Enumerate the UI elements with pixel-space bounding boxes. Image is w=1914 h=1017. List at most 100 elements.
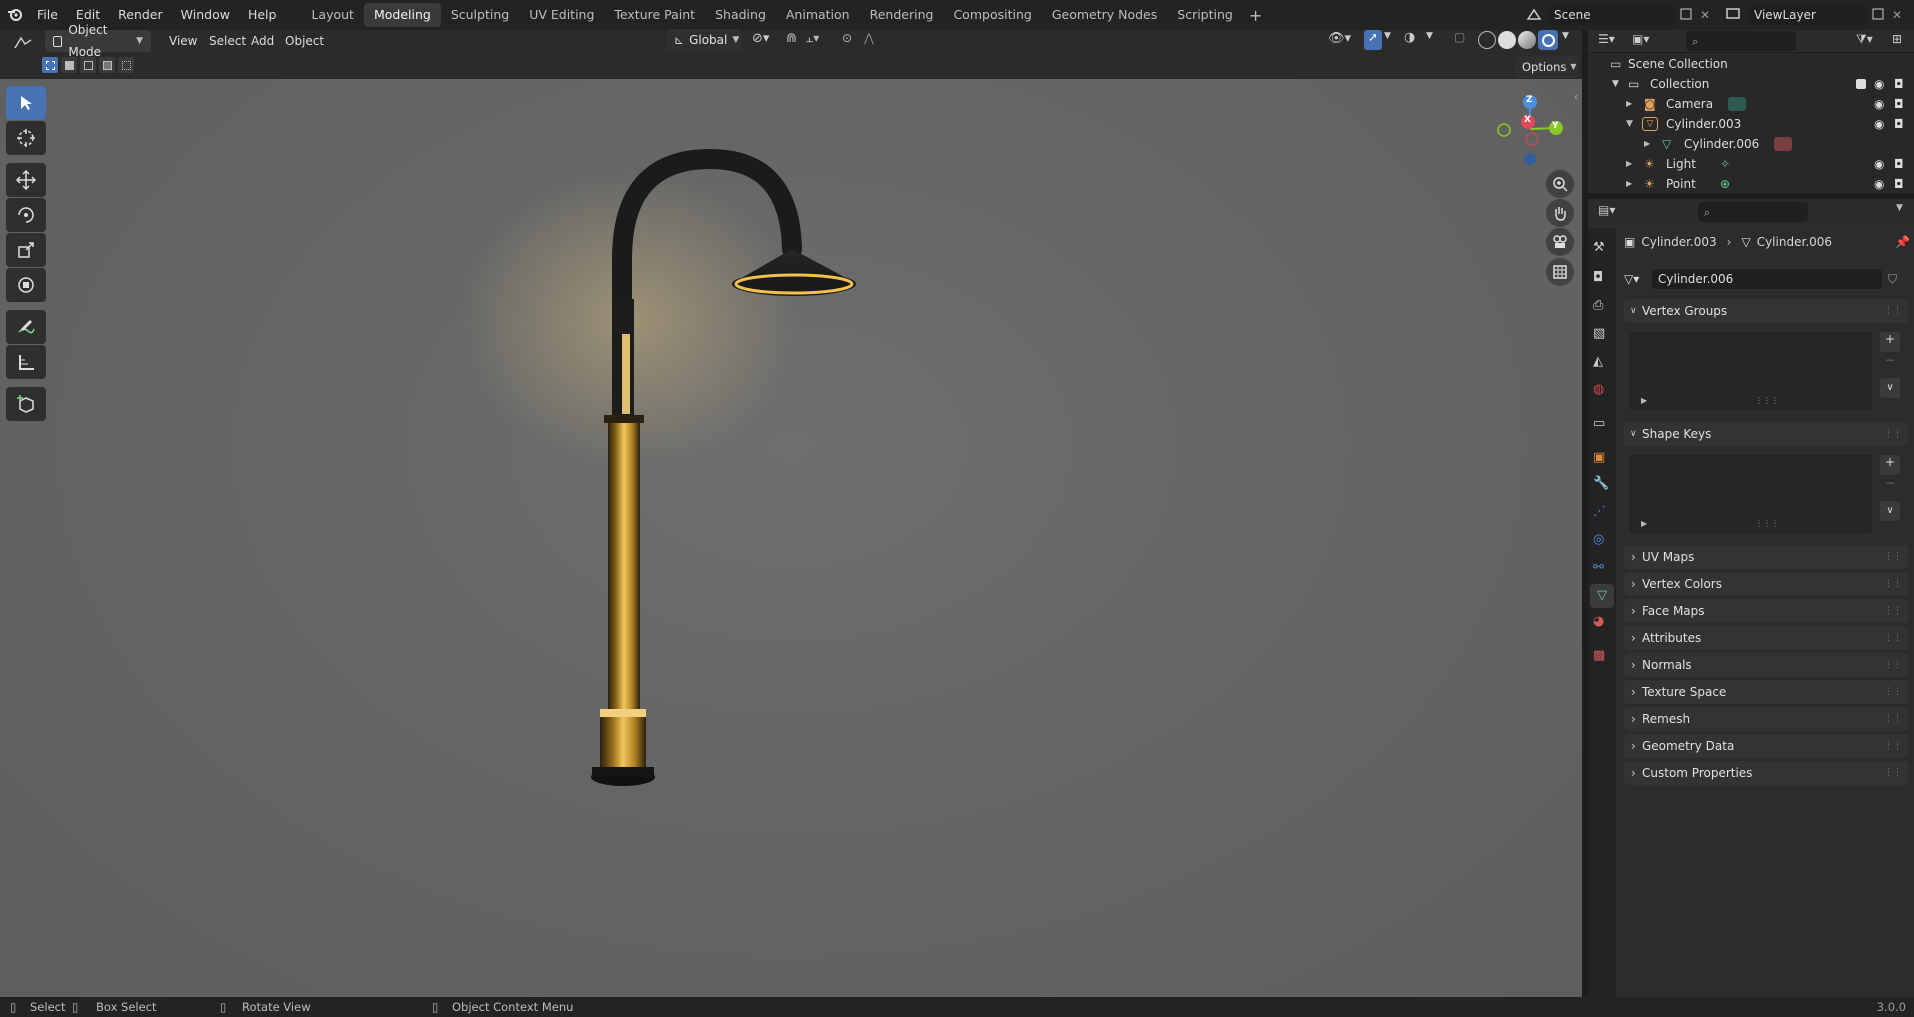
expand-arrow-icon[interactable]: ▼ [1612,74,1619,94]
vertex-groups-list[interactable]: ▶ ⋮⋮⋮ [1630,332,1872,410]
add-shape-key-button[interactable]: + [1880,455,1900,475]
move-tool[interactable] [6,163,46,197]
tab-geometry-nodes[interactable]: Geometry Nodes [1042,3,1167,27]
drag-handle-icon[interactable]: ⋮⋮ [1884,599,1902,623]
eye-icon[interactable]: ◉ [1874,114,1884,134]
scene-collection-row[interactable]: ▭ Scene Collection [1588,54,1914,74]
properties-search-input[interactable]: ⌕ [1698,202,1808,222]
render-camera-icon[interactable]: ◘ [1894,74,1904,94]
solid-shading-icon[interactable] [1498,31,1516,49]
gizmo-menu-icon[interactable]: ▼ [1384,31,1391,41]
xray-toggle-icon[interactable]: ▢ [1454,30,1472,50]
menu-help[interactable]: Help [239,0,286,30]
camera-view-button[interactable] [1546,228,1574,256]
outliner-item-point[interactable]: ▶ ☀ Point ⊕ ◉ ◘ [1588,174,1914,194]
remesh-panel-header[interactable]: › Remesh ⋮⋮ [1624,707,1908,731]
eye-icon[interactable]: ◉ [1874,74,1884,94]
shape-keys-panel-header[interactable]: ∨ Shape Keys ⋮⋮ [1624,422,1908,446]
tab-layout[interactable]: Layout [301,3,364,27]
outliner-item-light[interactable]: ▶ ☀ Light ✧ ◉ ◘ [1588,154,1914,174]
uv-maps-panel-header[interactable]: › UV Maps ⋮⋮ [1624,545,1908,569]
shape-key-specials-button[interactable]: ∨ [1880,501,1900,521]
collection-tab-icon[interactable]: ▭ [1593,416,1605,431]
measure-tool[interactable] [6,345,46,379]
normals-panel-header[interactable]: › Normals ⋮⋮ [1624,653,1908,677]
vertex-group-specials-button[interactable]: ∨ [1880,378,1900,398]
sidebar-toggle-icon[interactable]: ‹ [1574,92,1578,103]
view-layer-selector[interactable]: ViewLayer ✕ [1720,4,1910,26]
list-filter-toggle-icon[interactable]: ▶ [1641,519,1647,528]
eye-icon[interactable]: ◉ [1874,154,1884,174]
add-menu[interactable]: Add [244,30,281,52]
drag-handle-icon[interactable]: ⋮⋮ [1884,545,1902,569]
gizmo-toggle-icon[interactable]: ➚ [1364,30,1382,50]
list-resize-icon[interactable]: ⋮⋮⋮ [1755,396,1779,405]
render-camera-icon[interactable]: ◘ [1894,114,1904,134]
render-camera-icon[interactable]: ◘ [1894,154,1904,174]
new-scene-icon[interactable] [1676,8,1696,23]
tab-compositing[interactable]: Compositing [943,3,1041,27]
outliner-editor-icon[interactable]: ☰▾ [1598,32,1615,46]
geometry-data-panel-header[interactable]: › Geometry Data ⋮⋮ [1624,734,1908,758]
menu-file[interactable]: File [28,0,67,30]
transform-tool[interactable] [6,268,46,302]
particles-tab-icon[interactable]: ⋰ [1593,504,1606,519]
pivot-point-icon[interactable]: ⊘▾ [752,31,780,51]
texture-tab-icon[interactable]: ▩ [1593,648,1605,663]
street-lamp-model[interactable] [0,79,1582,997]
shading-menu-icon[interactable]: ▼ [1562,31,1569,41]
select-subtract-icon[interactable] [80,57,96,73]
properties-options-icon[interactable]: ▼ [1896,203,1903,213]
drag-handle-icon[interactable]: ⋮⋮ [1884,299,1902,323]
falloff-icon[interactable]: ⋀ [864,31,886,51]
output-tab-icon[interactable]: ⎙ [1593,298,1603,313]
eye-icon[interactable]: ◉ [1874,94,1884,114]
cursor-tool[interactable] [6,121,46,155]
overlay-menu-icon[interactable]: ▼ [1426,31,1433,41]
render-camera-icon[interactable]: ◘ [1894,94,1904,114]
outliner-item-cylinder-003[interactable]: ▼ ▽ Cylinder.003 ◉ ◘ [1588,114,1914,134]
overlay-toggle-icon[interactable]: ◑ [1404,30,1424,50]
zoom-view-button[interactable] [1546,170,1574,198]
expand-arrow-icon[interactable]: ▶ [1626,154,1632,174]
expand-arrow-icon[interactable]: ▶ [1644,134,1650,154]
texture-space-panel-header[interactable]: › Texture Space ⋮⋮ [1624,680,1908,704]
light-data-icon[interactable]: ✧ [1720,154,1730,174]
drag-handle-icon[interactable]: ⋮⋮ [1884,572,1902,596]
menu-window[interactable]: Window [172,0,239,30]
scale-tool[interactable] [6,233,46,267]
fake-user-shield-icon[interactable]: ⛉ [1888,272,1897,287]
point-light-data-icon[interactable]: ⊕ [1720,174,1730,194]
visibility-menu-icon[interactable]: 👁▾ [1328,31,1351,46]
outliner-item-camera[interactable]: ▶ ◙ Camera ◉ ◘ [1588,94,1914,114]
scene-tab-icon[interactable]: ◭ [1593,354,1603,369]
display-mode-icon[interactable]: ▣▾ [1632,32,1649,46]
mesh-browse-icon[interactable]: ▽▾ [1624,272,1652,286]
tab-animation[interactable]: Animation [776,3,860,27]
face-maps-panel-header[interactable]: › Face Maps ⋮⋮ [1624,599,1908,623]
mode-dropdown[interactable]: Object Mode ▼ [45,23,151,59]
tab-modeling[interactable]: Modeling [363,3,441,27]
shape-keys-list[interactable]: ▶ ⋮⋮⋮ [1630,455,1872,533]
expand-arrow-icon[interactable]: ▶ [1626,94,1632,114]
drag-handle-icon[interactable]: ⋮⋮ [1884,653,1902,677]
select-box-tool[interactable] [6,86,46,120]
drag-handle-icon[interactable]: ⋮⋮ [1884,707,1902,731]
navigation-gizmo[interactable]: Z X Y [1490,92,1570,168]
scene-name-field[interactable]: Scene [1548,5,1676,25]
drag-handle-icon[interactable]: ⋮⋮ [1884,680,1902,704]
delete-view-layer-icon[interactable]: ✕ [1888,8,1906,22]
wireframe-shading-icon[interactable] [1478,31,1496,49]
mesh-data-name-field[interactable]: Cylinder.006 [1652,269,1882,289]
custom-properties-panel-header[interactable]: › Custom Properties ⋮⋮ [1624,761,1908,785]
tool-tab-icon[interactable]: ⚒ [1593,240,1605,255]
transform-orientation-dropdown[interactable]: ⊾ Global ▼ [666,29,742,51]
snap-target-icon[interactable]: ⫠▾ [806,31,836,51]
exclude-checkbox[interactable] [1856,79,1866,89]
render-camera-icon[interactable]: ◘ [1894,174,1904,194]
add-vertex-group-button[interactable]: + [1880,332,1900,352]
eye-icon[interactable]: ◉ [1874,174,1884,194]
list-filter-toggle-icon[interactable]: ▶ [1641,396,1647,405]
drag-handle-icon[interactable]: ⋮⋮ [1884,626,1902,650]
annotate-tool[interactable] [6,310,46,344]
